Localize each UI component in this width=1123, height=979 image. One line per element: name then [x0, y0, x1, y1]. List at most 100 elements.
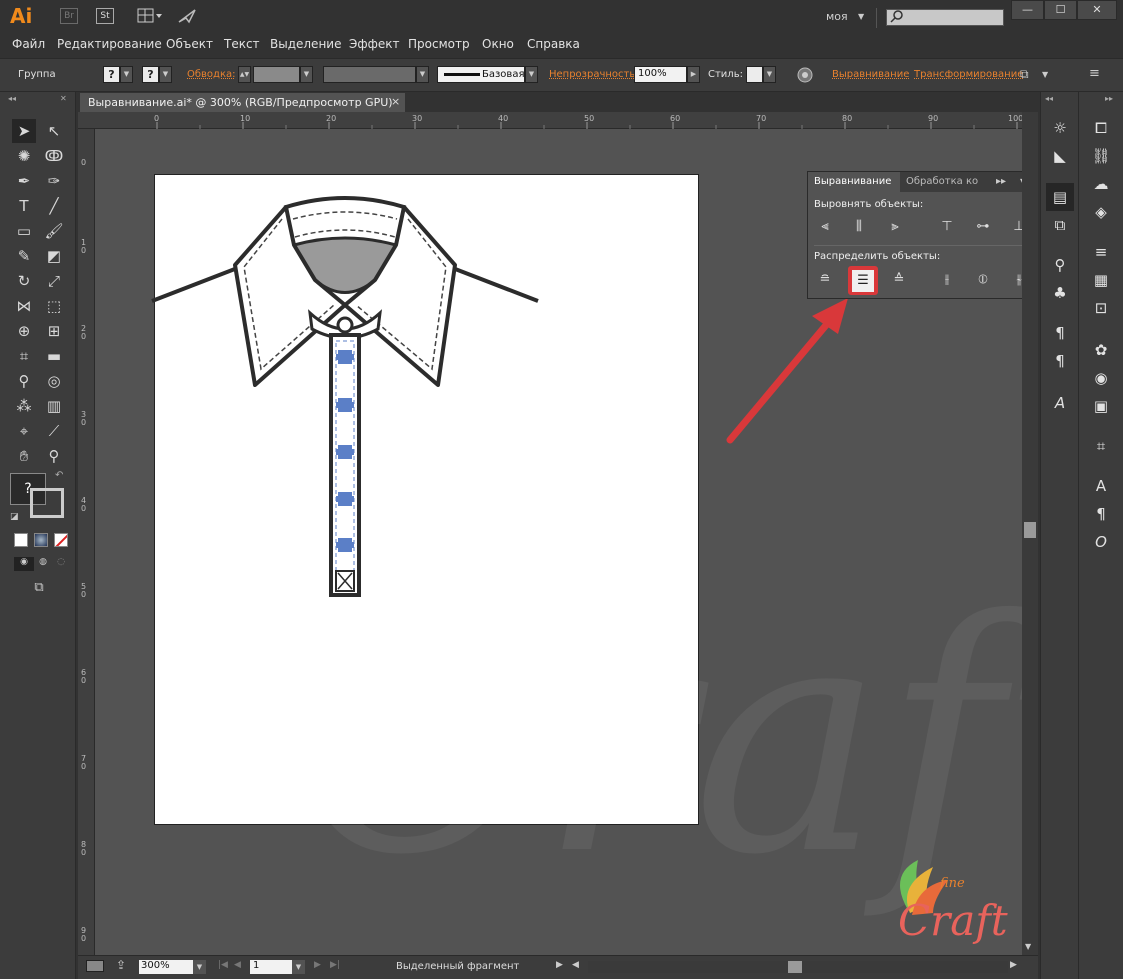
gradient-mode-icon[interactable] [34, 533, 48, 547]
draw-inside-icon[interactable]: ◌ [52, 557, 70, 571]
menu-view[interactable]: Просмотр [408, 37, 470, 51]
stock-button[interactable]: St [96, 8, 114, 24]
hand-tool-icon[interactable]: ✋︎ [12, 444, 36, 468]
default-colors-icon[interactable]: ◪ [10, 512, 19, 522]
distribute-left-icon[interactable]: ⫲ [936, 269, 958, 291]
zoom-tool-icon[interactable]: ⚲ [42, 444, 66, 468]
align-vertical-center-icon[interactable]: ⊶ [972, 216, 994, 238]
horizontal-ruler[interactable]: 0 10 20 30 40 50 60 70 80 90 100 [78, 112, 1023, 129]
distribute-horizontal-center-icon[interactable]: ⦶ [972, 269, 994, 291]
pathfinder-icon[interactable]: ⧉ [1046, 211, 1074, 239]
scroll-down-icon[interactable]: ▼ [1025, 942, 1031, 951]
scroll-right-icon[interactable]: ▶ [1010, 960, 1017, 970]
arrange-documents-icon[interactable] [137, 8, 163, 24]
swatches-icon[interactable]: ▦ [1087, 266, 1115, 294]
collapse-dock-icon[interactable]: ▸▸ [1105, 94, 1113, 103]
tab-pathfinder[interactable]: Обработка ко [900, 172, 978, 192]
vertical-ruler[interactable]: 0 1 0 2 0 3 0 4 0 5 0 6 0 7 0 8 0 9 0 [78, 129, 95, 955]
selection-tool-icon[interactable]: ➤ [12, 119, 36, 143]
links-icon[interactable]: ⛓︎ [1087, 142, 1115, 170]
close-document-icon[interactable]: × [391, 95, 400, 108]
color-guide-icon[interactable]: ☼ [1046, 114, 1074, 142]
zoom-field[interactable]: 300% [139, 960, 193, 974]
document-tab[interactable]: Выравнивание.ai* @ 300% (RGB/Предпросмот… [80, 93, 405, 112]
transparency-icon[interactable]: ▣ [1087, 392, 1115, 420]
artboards-icon[interactable]: ⧠ [1087, 114, 1115, 142]
menu-help[interactable]: Справка [527, 37, 580, 51]
slice-tool-icon[interactable]: ⟋ [42, 419, 66, 443]
align-link[interactable]: Выравнивание [832, 69, 909, 80]
cc-libraries-icon[interactable]: ☁︎ [1087, 170, 1115, 198]
distribute-top-icon[interactable]: ≘ [814, 269, 836, 291]
expand-dock-icon[interactable]: ◂◂ [1045, 94, 1053, 103]
close-panel-icon[interactable]: ✕ [60, 94, 67, 103]
scroll-left-icon[interactable]: ◀ [572, 960, 579, 970]
tab-align[interactable]: Выравнивание [808, 172, 900, 192]
menu-edit[interactable]: Редактирование [57, 37, 162, 51]
fill-swatch[interactable]: ? [103, 66, 120, 83]
rotate-tool-icon[interactable]: ↻ [12, 269, 36, 293]
character-styles-icon[interactable]: ¶ [1046, 319, 1074, 347]
doc-info-icon[interactable] [86, 960, 104, 972]
symbol-sprayer-tool-icon[interactable]: ⁂ [12, 394, 36, 418]
stroke-panel-icon[interactable]: ≡ [1087, 238, 1115, 266]
status-menu-icon[interactable]: ▶ [556, 960, 563, 970]
panel-expand-icon[interactable]: ▸▸ [996, 176, 1006, 187]
brushes-icon[interactable]: ⚲ [1046, 251, 1074, 279]
appearance-icon[interactable]: ◉ [1087, 364, 1115, 392]
transform-panel-icon[interactable]: ⊡ [1087, 294, 1115, 322]
direct-selection-tool-icon[interactable]: ↖ [42, 119, 66, 143]
type-tool-icon[interactable]: T [12, 194, 36, 218]
mesh-tool-icon[interactable]: ⌗ [12, 344, 36, 368]
scale-tool-icon[interactable]: ⤢ [42, 269, 66, 293]
last-artboard-icon[interactable]: ▶| [330, 960, 340, 970]
control-menu-icon[interactable]: ≡ [1089, 66, 1100, 81]
minimize-button[interactable]: — [1011, 0, 1044, 20]
paragraph-styles-icon[interactable]: ¶ [1046, 347, 1074, 375]
menu-type[interactable]: Текст [224, 37, 260, 51]
brush-definition[interactable]: Базовая [437, 66, 525, 83]
stroke-dropdown[interactable]: ▼ [159, 66, 172, 83]
menu-file[interactable]: Файл [12, 37, 45, 51]
paintbrush-tool-icon[interactable]: 🖌︎ [42, 219, 66, 243]
align-right-icon[interactable]: ⫸ [884, 216, 906, 238]
none-mode-icon[interactable] [54, 533, 68, 547]
zoom-dropdown[interactable]: ▼ [193, 960, 206, 974]
share-icon[interactable]: ⇪ [116, 958, 126, 972]
artboard-dropdown[interactable]: ▼ [292, 960, 305, 974]
collapse-icon[interactable]: ◂◂ [8, 94, 16, 103]
gradient-panel-icon[interactable]: ◣ [1046, 142, 1074, 170]
color-mode-icon[interactable] [14, 533, 28, 547]
swap-colors-icon[interactable]: ↶ [55, 470, 63, 481]
artboard-field[interactable]: 1 [250, 960, 292, 974]
color-panel-icon[interactable]: ✿ [1087, 336, 1115, 364]
first-artboard-icon[interactable]: |◀ [218, 960, 228, 970]
lasso-tool-icon[interactable]: ↂ [42, 144, 66, 168]
gpu-rocket-icon[interactable] [177, 8, 197, 27]
blend-tool-icon[interactable]: ◎ [42, 369, 66, 393]
graphic-style-dropdown[interactable]: ▼ [763, 66, 776, 83]
shape-builder-tool-icon[interactable]: ⊕ [12, 319, 36, 343]
isolate-icon[interactable]: ⧉ [1020, 67, 1029, 82]
menu-effect[interactable]: Эффект [349, 37, 400, 51]
pen-tool-icon[interactable]: ✒ [12, 169, 36, 193]
profile-dropdown[interactable]: ▼ [416, 66, 429, 83]
screen-mode-icon[interactable]: ⧉ [27, 580, 51, 598]
artboard-tool-icon[interactable]: ⌖ [12, 419, 36, 443]
paragraph-icon[interactable]: ¶ [1087, 500, 1115, 528]
brush-dropdown[interactable]: ▼ [525, 66, 538, 83]
scroll-thumb[interactable] [1024, 522, 1036, 538]
maximize-button[interactable]: ☐ [1044, 0, 1077, 20]
gradient-tool-icon[interactable]: ▬ [42, 344, 66, 368]
scroll-thumb[interactable] [788, 961, 802, 973]
draw-behind-icon[interactable]: ◍ [34, 557, 52, 571]
horizontal-scrollbar[interactable] [588, 961, 1008, 973]
character-icon[interactable]: A [1087, 472, 1115, 500]
menu-object[interactable]: Объект [166, 37, 213, 51]
stroke-swatch[interactable]: ? [142, 66, 159, 83]
align-top-icon[interactable]: ⊤ [936, 216, 958, 238]
distribute-bottom-icon[interactable]: ≙ [888, 269, 910, 291]
navigator-icon[interactable]: ⌗ [1087, 432, 1115, 460]
graphic-style-swatch[interactable] [746, 66, 763, 83]
free-transform-tool-icon[interactable]: ⬚ [42, 294, 66, 318]
